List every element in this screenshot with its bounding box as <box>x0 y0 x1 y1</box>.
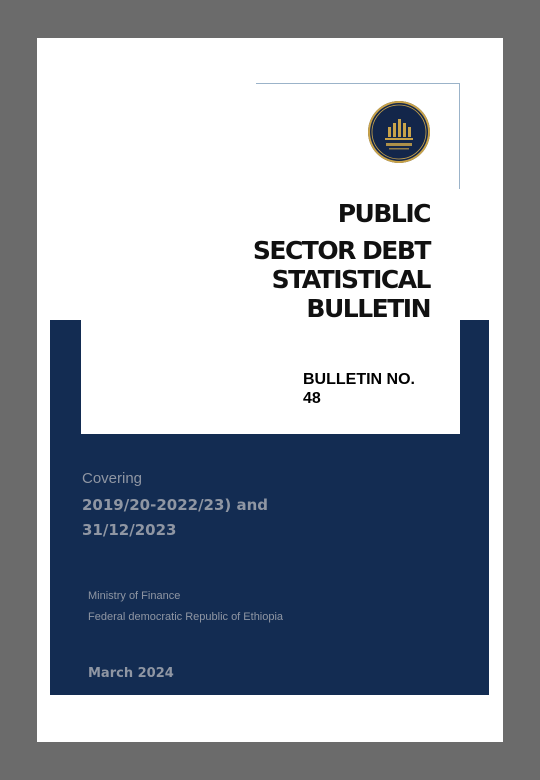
title-line-3: STATISTICAL <box>271 265 432 294</box>
ministry-logo-icon <box>368 101 430 163</box>
decorative-rule-vertical <box>459 83 460 189</box>
decorative-rule-horizontal <box>256 83 459 84</box>
covering-period-line-2: 31/12/2023 <box>82 521 177 539</box>
covering-period: 2019/20-2022/23) and 31/12/2023 <box>82 493 312 543</box>
covering-label: Covering <box>82 470 143 487</box>
title-line-1: PUBLIC <box>337 199 432 228</box>
issuing-organization: Ministry of Finance Federal democratic R… <box>88 586 283 628</box>
bulletin-number-value: 48 <box>303 390 321 407</box>
document-title: PUBLIC SECTOR DEBT STATISTICAL BULLETIN <box>170 198 432 324</box>
title-line-2: SECTOR DEBT <box>252 236 432 265</box>
organization-line-2: Federal democratic Republic of Ethiopia <box>88 611 284 623</box>
bulletin-number: BULLETIN NO. 48 <box>303 370 443 408</box>
publication-date: March 2024 <box>88 666 174 681</box>
organization-line-1: Ministry of Finance <box>88 590 181 602</box>
covering-period-line-1: 2019/20-2022/23) and <box>82 496 269 514</box>
bulletin-number-label: BULLETIN NO. <box>303 371 415 388</box>
document-page: PUBLIC SECTOR DEBT STATISTICAL BULLETIN … <box>37 38 503 742</box>
title-line-4: BULLETIN <box>306 294 431 323</box>
